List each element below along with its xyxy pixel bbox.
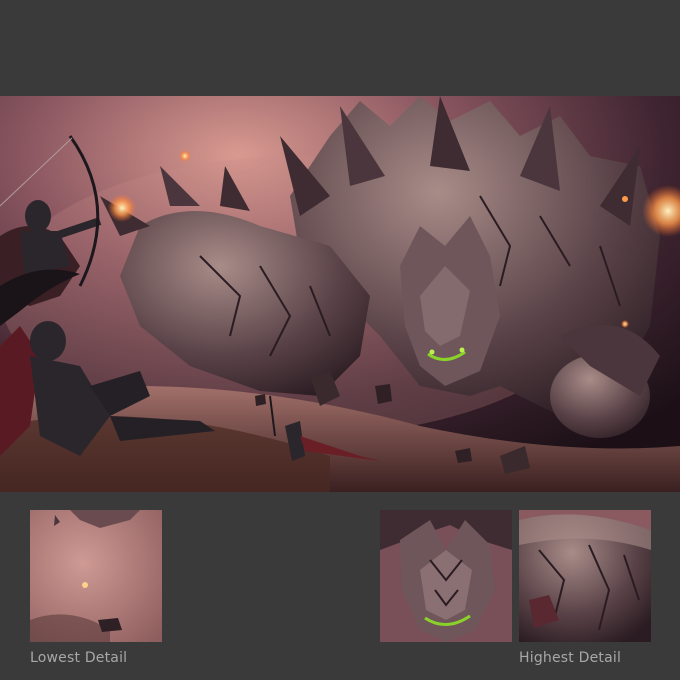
golem-eye-right: [459, 347, 465, 353]
thumbnail-lowest-detail: [30, 510, 162, 642]
caption-lowest-detail: Lowest Detail: [30, 650, 128, 666]
golem-head-crop: [380, 510, 512, 642]
battle-scene-illustration: [0, 96, 680, 492]
rock-debris: [98, 618, 122, 632]
hero-artwork: [0, 96, 680, 492]
archer-helmet: [25, 200, 51, 232]
spark: [622, 196, 628, 202]
golem-eye-left: [429, 349, 435, 355]
lowest-detail-crop: [30, 510, 162, 642]
rock-debris: [255, 394, 266, 406]
spark: [621, 320, 629, 328]
spark: [179, 150, 191, 162]
knight-helmet: [30, 321, 66, 361]
caption-highest-detail: Highest Detail: [519, 650, 622, 666]
thumbnail-highest-detail-head: [380, 510, 512, 642]
spark: [82, 582, 88, 588]
rock-debris: [375, 384, 392, 404]
thumbnail-highest-detail-fist: [519, 510, 651, 642]
golem-fist-crop: [519, 510, 651, 642]
fire-ember: [108, 194, 136, 222]
